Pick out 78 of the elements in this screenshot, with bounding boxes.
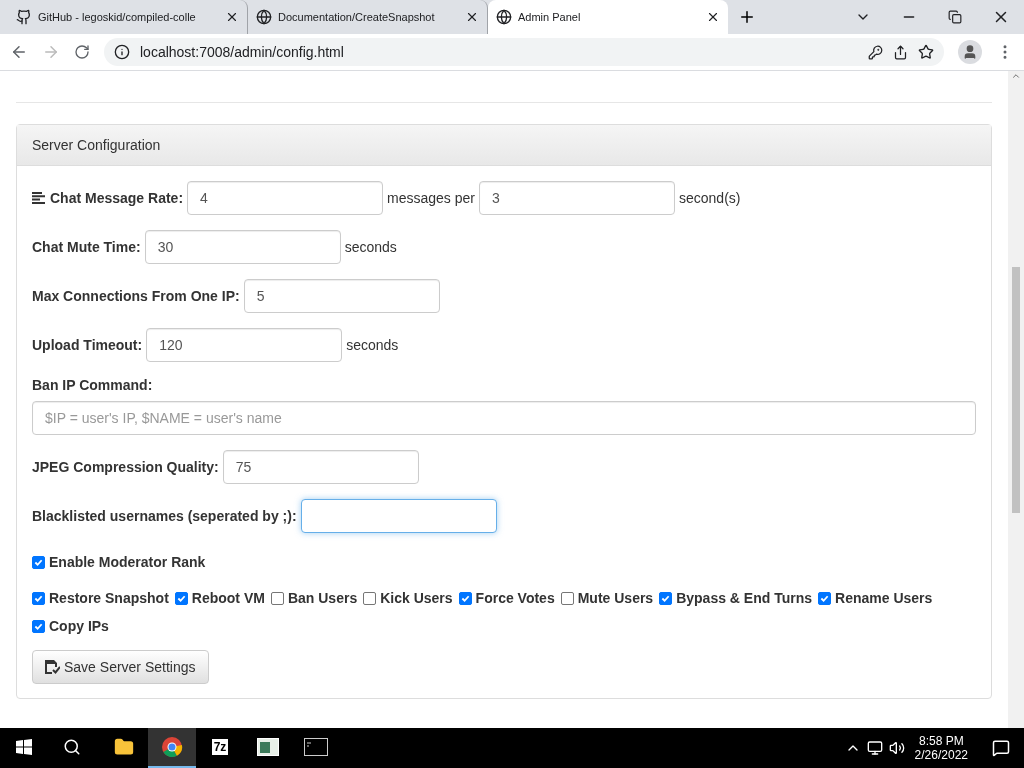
align-left-icon [32,192,46,204]
input-field[interactable]: 75 [222,450,419,484]
key-icon[interactable] [868,44,883,60]
app-icon: 7z [211,739,229,755]
github-icon [16,9,32,25]
checkbox-label: Copy IPs [49,618,109,634]
input-field[interactable]: 5 [243,279,440,313]
taskbar-app[interactable] [148,728,196,768]
field-label: Max Connections From One IP: [32,288,240,304]
checkbox[interactable] [270,591,284,605]
folder-icon [114,737,134,757]
checkbox[interactable] [458,591,472,605]
field-label: JPEG Compression Quality: [32,459,219,475]
checkbox-label: Kick Users [380,590,453,606]
close-icon[interactable] [465,10,479,24]
checkbox-label: Ban Users [287,590,358,606]
checkbox[interactable] [32,555,45,569]
checkbox-label: Reboot VM [191,590,265,606]
save-icon [45,660,60,674]
checkbox[interactable] [174,591,188,605]
unit-text: messages per [387,190,475,206]
scrollbar[interactable] [1008,71,1024,728]
input-field[interactable]: 3 [479,181,675,215]
unit-text: seconds [344,239,397,255]
terminal-icon [304,738,328,756]
url-text: localhost:7008/admin/config.html [140,44,345,60]
address-bar[interactable]: localhost:7008/admin/config.html [104,38,944,66]
checkbox-label: Rename Users [835,590,933,606]
checkbox-label: Enable Moderator Rank [49,554,206,570]
scroll-up-icon[interactable] [1011,71,1021,81]
field-label: Blacklisted usernames (seperated by ;): [32,508,297,524]
checkbox[interactable] [560,591,574,605]
input-field[interactable]: $IP = user's IP, $NAME = user's name [32,401,976,435]
save-button[interactable]: Save Server Settings [32,650,209,684]
notification-icon[interactable] [992,739,1010,757]
bookmark-star-icon[interactable] [918,44,934,60]
checkbox[interactable] [818,591,832,605]
windows-start-icon[interactable] [16,739,32,755]
close-icon[interactable] [706,10,720,24]
checkbox-label: Mute Users [577,590,654,606]
globe-icon [496,9,512,25]
browser-tab[interactable]: Admin Panel [488,0,728,34]
browser-tab[interactable]: GitHub - legoskid/compiled-colle [8,0,248,34]
close-icon[interactable] [225,10,239,24]
checkbox-label: Restore Snapshot [49,590,169,606]
volume-icon[interactable] [888,740,905,756]
checkbox[interactable] [363,591,377,605]
field-label: Chat Mute Time: [32,239,141,255]
reload-icon[interactable] [74,44,90,60]
chrome-icon [161,736,183,758]
network-icon[interactable] [866,740,883,756]
checkbox-label: Force Votes [475,590,555,606]
new-tab-icon[interactable] [738,8,756,26]
unit-text: second(s) [679,190,741,206]
panel-title: Server Configuration [17,125,991,166]
input-field[interactable]: 120 [146,328,343,362]
field-label: Upload Timeout: [32,337,143,353]
unit-text: seconds [346,337,399,353]
field-label: Ban IP Command: [32,377,153,393]
restore-icon[interactable] [948,10,962,24]
input-field[interactable]: 30 [144,230,341,264]
scroll-thumb[interactable] [1012,267,1020,513]
checkbox[interactable] [32,591,45,605]
input-field[interactable]: 4 [187,181,384,215]
clock[interactable]: 8:58 PM 2/26/2022 [914,734,968,762]
field-label: Chat Message Rate: [50,190,184,206]
window-icon [257,738,279,756]
info-icon [114,44,130,60]
back-icon[interactable] [10,43,28,61]
search-icon[interactable] [63,738,81,756]
share-icon[interactable] [893,44,908,60]
checkbox-label: Bypass & End Turns [676,590,813,606]
checkbox[interactable] [32,619,45,633]
checkbox[interactable] [659,591,673,605]
profile-avatar[interactable] [958,40,982,64]
globe-icon [256,9,272,25]
taskbar-app[interactable]: 7z [196,728,244,768]
input-field[interactable] [300,499,497,533]
